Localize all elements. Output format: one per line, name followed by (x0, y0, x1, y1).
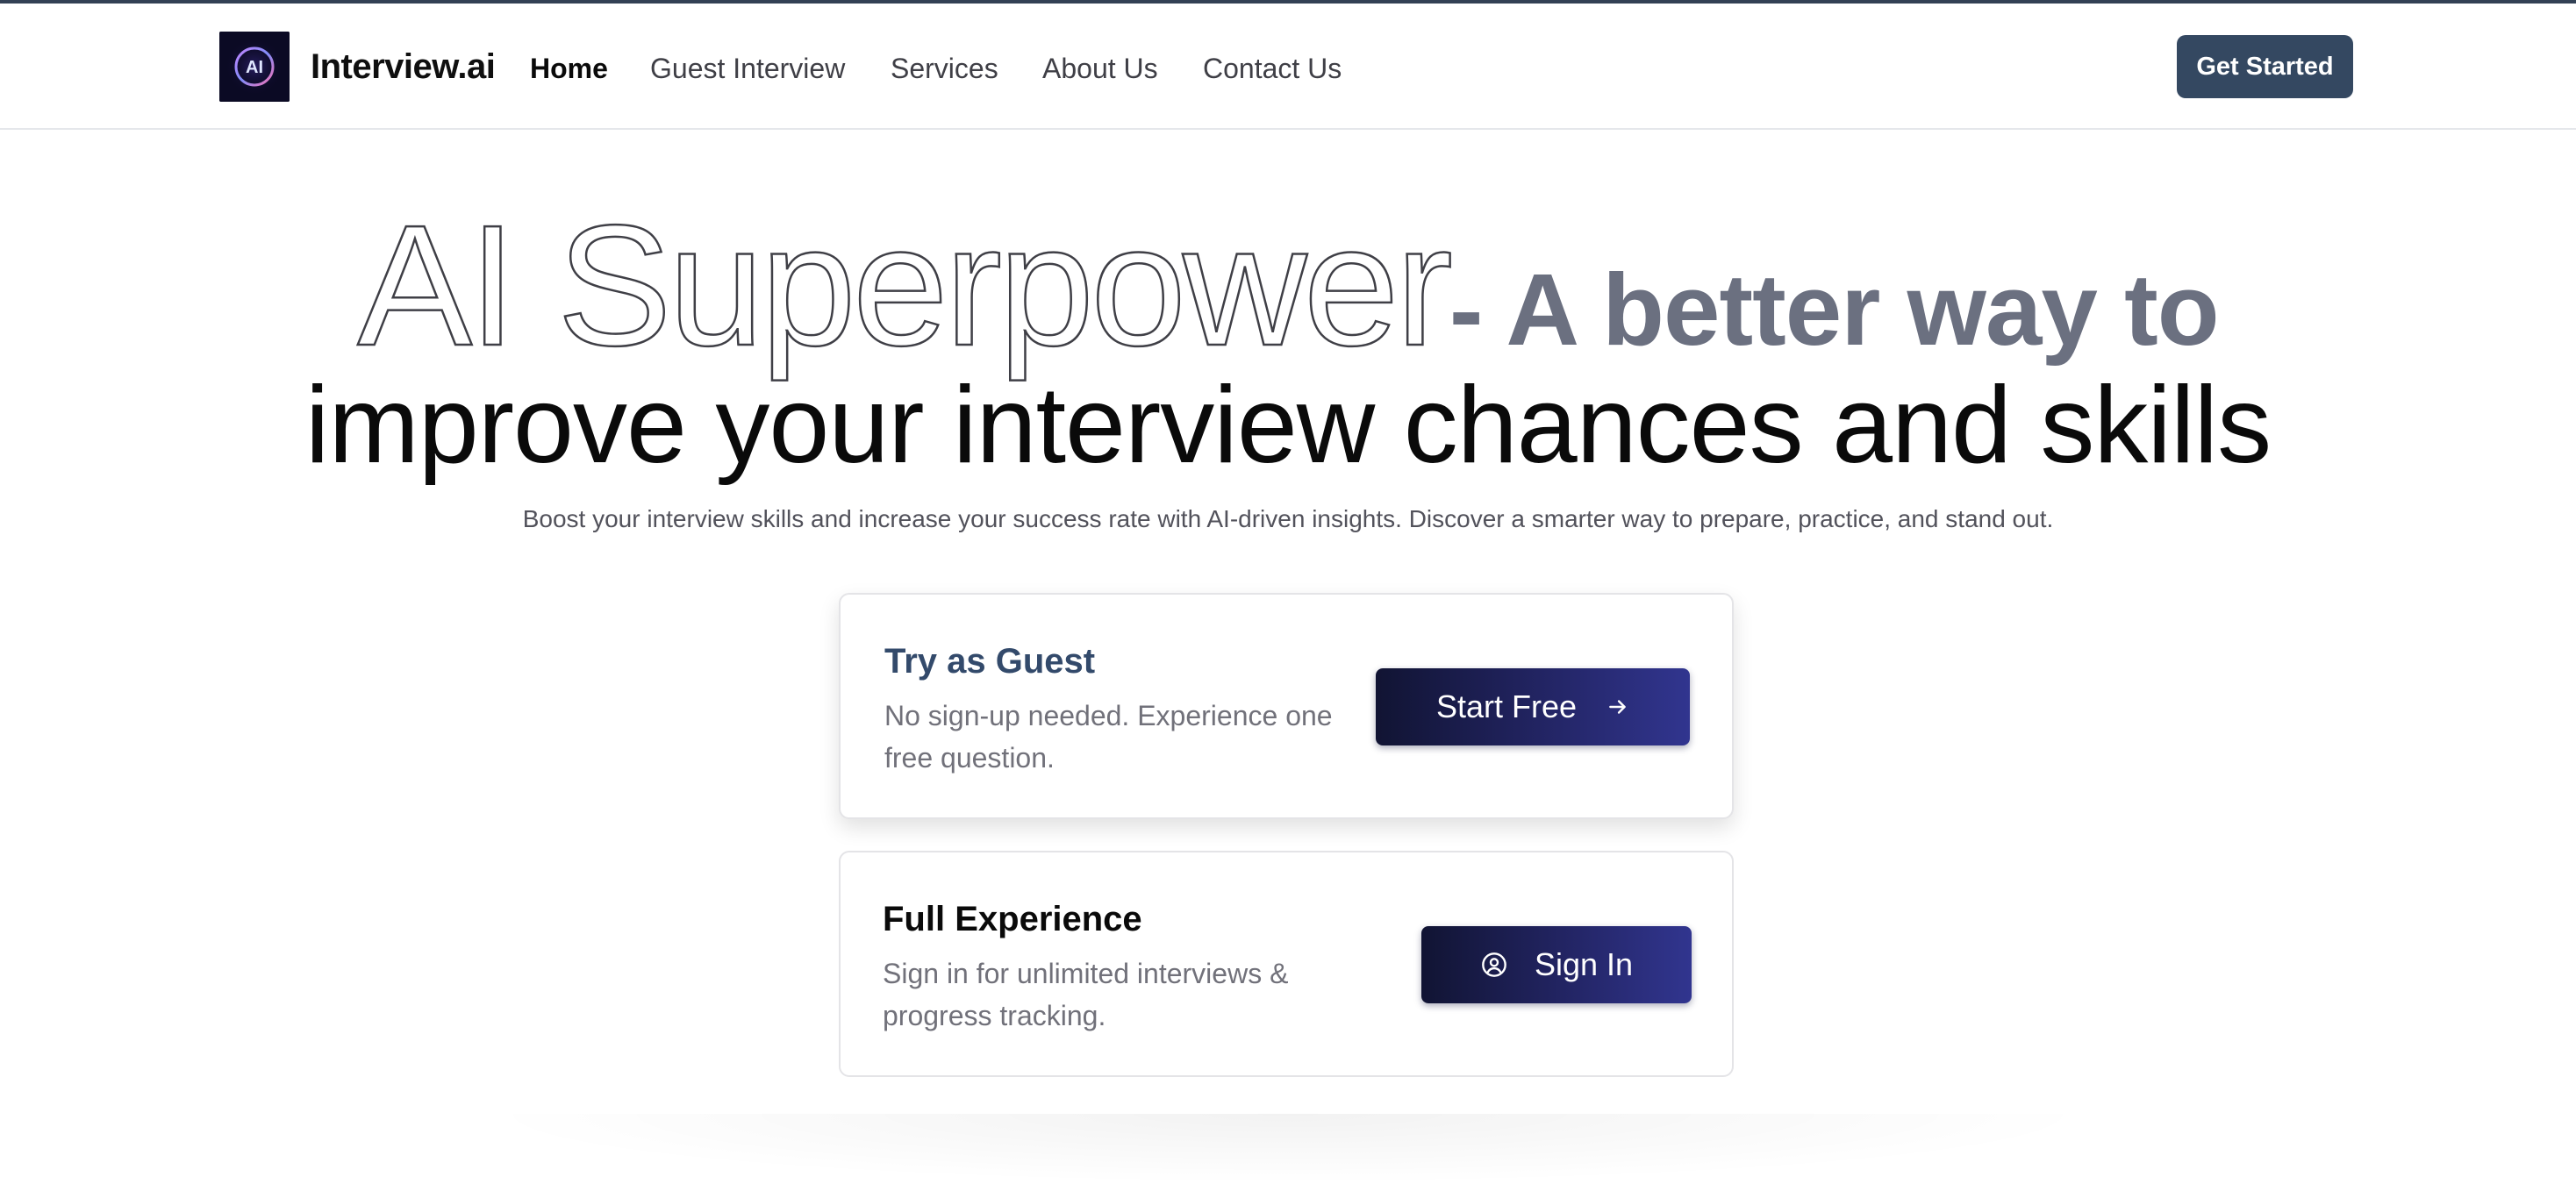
full-experience-title: Full Experience (883, 900, 1142, 938)
sign-in-button[interactable]: Sign In (1421, 926, 1692, 1003)
nav-services[interactable]: Services (891, 51, 998, 86)
get-started-button[interactable]: Get Started (2177, 35, 2353, 98)
full-experience-card: Full Experience Sign in for unlimited in… (839, 851, 1734, 1077)
start-free-button[interactable]: Start Free (1376, 668, 1690, 745)
guest-card-description: No sign-up needed. Experience one free q… (884, 700, 1333, 774)
hero-headline-outline: AI Superpower (356, 189, 1454, 382)
hero-headline-line2: improve your interview chances and skill… (304, 365, 2272, 486)
arrow-right-icon (1606, 695, 1629, 718)
guest-card: Try as Guest No sign-up needed. Experien… (839, 593, 1734, 819)
top-navbar: AI Interview.ai Home Guest Interview Ser… (0, 4, 2576, 130)
nav-about-us[interactable]: About Us (1042, 51, 1158, 86)
hero-headline-accent: - A better way to (1449, 253, 2220, 367)
ai-logo-icon: AI (219, 32, 290, 102)
hero-subtitle: Boost your interview skills and increase… (522, 505, 2054, 532)
bottom-section-shadow (474, 1114, 2102, 1184)
user-circle-icon (1480, 951, 1508, 979)
start-free-label: Start Free (1435, 688, 1578, 724)
guest-card-title: Try as Guest (884, 642, 1096, 681)
brand-name[interactable]: Interview.ai (311, 46, 496, 88)
full-experience-description: Sign in for unlimited interviews & progr… (883, 958, 1289, 1031)
brand-logo[interactable]: AI (219, 32, 290, 102)
logo-text: AI (246, 58, 263, 77)
sign-in-label: Sign In (1534, 946, 1634, 982)
nav-guest-interview[interactable]: Guest Interview (650, 51, 845, 86)
nav-contact-us[interactable]: Contact Us (1203, 51, 1342, 86)
nav-home[interactable]: Home (530, 51, 608, 86)
